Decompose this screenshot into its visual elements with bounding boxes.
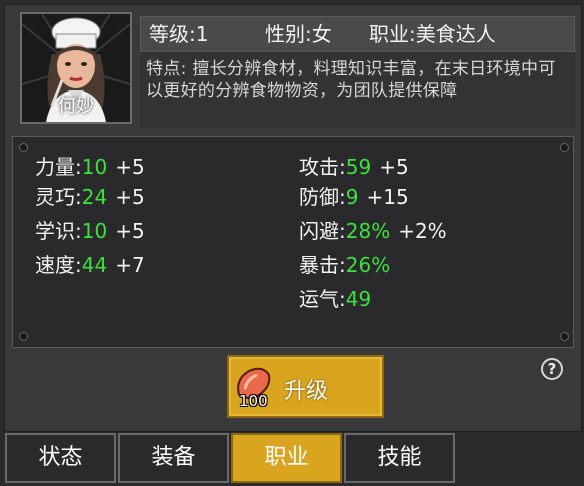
tab-equipment[interactable]: 装备 (118, 433, 229, 483)
character-info-bar: 等级:1 性别:女 职业:美食达人 (140, 16, 575, 52)
corner-rivet (560, 332, 569, 341)
stat-attack: 攻击:59 +5 (299, 155, 409, 179)
character-description: 特点: 擅长分辨食材，料理知识丰富，在末日环境中可以更好的分辨食物物资，为团队提… (140, 52, 575, 128)
upgrade-button[interactable]: 100 升级 (227, 355, 384, 418)
corner-rivet (19, 143, 28, 152)
stat-speed: 速度:44 +7 (35, 253, 145, 277)
stat-defense: 防御:9 +15 (299, 185, 409, 209)
stat-crit: 暴击:26% (299, 253, 391, 277)
tab-status[interactable]: 状态 (5, 433, 116, 483)
level-text: 等级:1 (149, 22, 209, 46)
profession-text: 职业:美食达人 (369, 22, 496, 46)
upgrade-cost: 100 (239, 392, 268, 410)
tab-skills[interactable]: 技能 (344, 433, 455, 483)
character-portrait: 何妙 (20, 12, 132, 124)
corner-rivet (19, 332, 28, 341)
corner-rivet (560, 143, 569, 152)
help-icon[interactable]: ? (541, 358, 563, 380)
stat-knowledge: 学识:10 +5 (35, 219, 145, 243)
stats-panel: 力量:10 +5 灵巧:24 +5 学识:10 +5 速度:44 +7 攻击:59 +5 … (12, 136, 574, 348)
stat-strength: 力量:10 +5 (35, 155, 145, 179)
stat-luck: 运气:49 (299, 287, 372, 311)
character-name: 何妙 (58, 96, 94, 117)
stat-agility: 灵巧:24 +5 (35, 185, 145, 209)
upgrade-label: 升级 (284, 379, 329, 404)
stat-dodge: 闪避:28% +2% (299, 219, 447, 243)
gender-text: 性别:女 (265, 22, 332, 46)
tab-profession[interactable]: 职业 (231, 433, 342, 483)
